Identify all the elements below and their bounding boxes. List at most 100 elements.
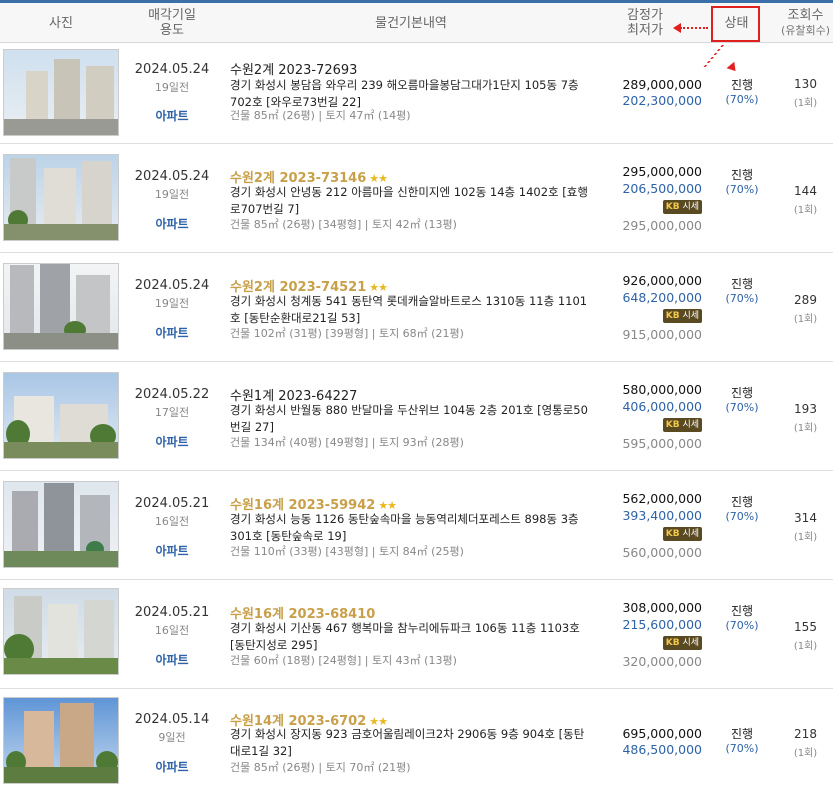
- status-text: 진행: [730, 78, 754, 92]
- property-photo[interactable]: [3, 697, 119, 784]
- appraisal-price: 308,000,000: [622, 600, 702, 615]
- kb-logo-icon: KB: [665, 638, 680, 648]
- status-percent: (70%): [725, 401, 759, 414]
- view-count: 155: [794, 620, 817, 634]
- table-row[interactable]: 2024.05.22 17일전 아파트 수원1계 2023-64227 경기 화…: [0, 362, 833, 471]
- property-address: 경기 화성시 청계동 541 동탄역 롯데캐슬알바트로스 1310동 11층 1…: [230, 294, 588, 325]
- days-remaining: 16일전: [154, 624, 190, 637]
- fail-count: (1회): [793, 532, 818, 543]
- header-photo: 사진: [0, 3, 122, 43]
- status-percent: (70%): [725, 510, 759, 523]
- property-area: 건물 85㎡ (26평) [34평형] | 토지 42㎡ (13평): [230, 218, 457, 231]
- highlight-arrow-left: [680, 27, 708, 29]
- sale-date: 2024.05.22: [134, 387, 210, 402]
- status-percent: (70%): [725, 93, 759, 106]
- table-row[interactable]: 2024.05.24 19일전 아파트 수원2계 2023-72693 경기 화…: [0, 44, 833, 144]
- header-date[interactable]: 매각기일 용도: [124, 3, 220, 43]
- kb-logo-icon: KB: [665, 529, 680, 539]
- property-photo[interactable]: [3, 588, 119, 675]
- status-text: 진행: [730, 495, 754, 509]
- status-highlight-box: [711, 6, 760, 42]
- case-number: 수원2계 2023-72693: [230, 63, 358, 78]
- property-photo[interactable]: [3, 481, 119, 568]
- minimum-price: 215,600,000: [622, 617, 702, 632]
- header-appraisal-label: 감정가: [627, 8, 663, 23]
- kb-market-label: 시세: [682, 420, 699, 430]
- status-text: 진행: [730, 727, 754, 741]
- status-percent: (70%): [725, 292, 759, 305]
- fail-count: (1회): [793, 205, 818, 216]
- minimum-price: 202,300,000: [622, 93, 702, 108]
- property-area: 건물 60㎡ (18평) [24평형] | 토지 43㎡ (13평): [230, 654, 457, 667]
- property-use-link[interactable]: 아파트: [124, 215, 220, 232]
- kb-market-label: 시세: [682, 638, 699, 648]
- appraisal-price: 562,000,000: [622, 491, 702, 506]
- view-count: 289: [794, 293, 817, 307]
- property-use-link[interactable]: 아파트: [124, 324, 220, 341]
- table-row[interactable]: 2024.05.21 16일전 아파트 수원16계 2023-59942 ★★ 경…: [0, 471, 833, 580]
- days-remaining: 19일전: [154, 81, 190, 94]
- minimum-price: 406,000,000: [622, 399, 702, 414]
- header-info-label: 물건기본내역: [375, 15, 447, 31]
- kb-logo-icon: KB: [665, 202, 680, 212]
- market-price: 320,000,000: [622, 654, 702, 669]
- fail-count: (1회): [793, 748, 818, 759]
- status-text: 진행: [730, 277, 754, 291]
- days-remaining: 16일전: [154, 515, 190, 528]
- property-use-link[interactable]: 아파트: [124, 433, 220, 450]
- days-remaining: 19일전: [154, 188, 190, 201]
- table-row[interactable]: 2024.05.21 16일전 아파트 수원16계 2023-68410 경기 …: [0, 580, 833, 689]
- property-use-link[interactable]: 아파트: [124, 107, 220, 124]
- kb-market-badge[interactable]: KB 시세: [662, 418, 702, 432]
- table-row[interactable]: 2024.05.14 9일전 아파트 수원14계 2023-6702 ★★ 경기 …: [0, 689, 833, 795]
- days-remaining: 9일전: [158, 731, 186, 744]
- sale-date: 2024.05.14: [134, 712, 210, 727]
- sale-date: 2024.05.21: [134, 605, 210, 620]
- days-remaining: 19일전: [154, 297, 190, 310]
- header-views[interactable]: 조회수 (유찰회수): [778, 3, 833, 43]
- property-photo[interactable]: [3, 263, 119, 350]
- market-price: 915,000,000: [622, 327, 702, 342]
- header-info: 물건기본내역: [230, 3, 592, 43]
- status-text: 진행: [730, 604, 754, 618]
- market-price: 295,000,000: [622, 218, 702, 233]
- header-date-label: 매각기일: [148, 8, 196, 23]
- view-count: 130: [794, 77, 817, 91]
- kb-market-label: 시세: [682, 311, 699, 321]
- days-remaining: 17일전: [154, 406, 190, 419]
- table-row[interactable]: 2024.05.24 19일전 아파트 수원2계 2023-73146 ★★ 경기…: [0, 144, 833, 253]
- property-use-link[interactable]: 아파트: [124, 651, 220, 668]
- case-title-link[interactable]: 수원2계 2023-72693: [230, 59, 357, 78]
- kb-market-badge[interactable]: KB 시세: [662, 200, 702, 214]
- property-address: 경기 화성시 봉담읍 와우리 239 해오름마을봉담그대가1단지 105동 7층…: [230, 78, 579, 109]
- sale-date: 2024.05.24: [134, 169, 210, 184]
- property-photo[interactable]: [3, 154, 119, 241]
- appraisal-price: 580,000,000: [622, 382, 702, 397]
- property-address: 경기 화성시 장지동 923 금호어울림레이크2차 2906동 9층 904호 …: [230, 727, 585, 758]
- kb-market-badge[interactable]: KB 시세: [662, 527, 702, 541]
- kb-logo-icon: KB: [665, 420, 680, 430]
- fail-count: (1회): [793, 641, 818, 652]
- header-views-sub: (유찰회수): [780, 24, 831, 37]
- fail-count: (1회): [793, 423, 818, 434]
- sale-date: 2024.05.24: [134, 278, 210, 293]
- property-area: 건물 134㎡ (40평) [49평형] | 토지 93㎡ (28평): [230, 436, 464, 449]
- property-photo[interactable]: [3, 49, 119, 136]
- kb-market-badge[interactable]: KB 시세: [662, 636, 702, 650]
- table-row[interactable]: 2024.05.24 19일전 아파트 수원2계 2023-74521 ★★ 경기…: [0, 253, 833, 362]
- header-minimum-label: 최저가: [627, 23, 663, 38]
- table-header: 사진 매각기일 용도 물건기본내역 감정가 최저가 상태 조회수 (유찰회수): [0, 3, 833, 43]
- view-count: 193: [794, 402, 817, 416]
- header-photo-label: 사진: [49, 15, 73, 31]
- property-address: 경기 화성시 능동 1126 동탄숲속마을 능동역리체더포레스트 898동 3층…: [230, 512, 579, 543]
- property-use-link[interactable]: 아파트: [124, 542, 220, 559]
- kb-market-badge[interactable]: KB 시세: [662, 309, 702, 323]
- appraisal-price: 289,000,000: [622, 77, 702, 92]
- property-photo[interactable]: [3, 372, 119, 459]
- kb-market-label: 시세: [682, 202, 699, 212]
- property-area: 건물 85㎡ (26평) | 토지 47㎡ (14평): [230, 109, 411, 122]
- status-percent: (70%): [725, 183, 759, 196]
- property-address: 경기 화성시 기산동 467 행복마을 참누리에듀파크 106동 11층 110…: [230, 621, 580, 652]
- property-use-link[interactable]: 아파트: [124, 758, 220, 775]
- sale-date: 2024.05.24: [134, 62, 210, 77]
